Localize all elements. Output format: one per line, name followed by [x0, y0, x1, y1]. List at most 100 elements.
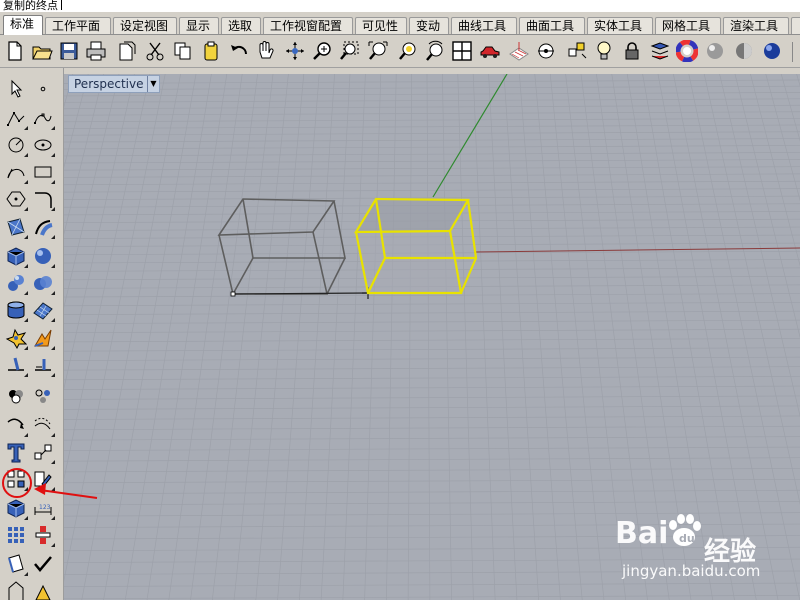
surface-patch-icon[interactable]	[30, 297, 56, 323]
circle-icon[interactable]	[3, 132, 29, 158]
tab-visibility[interactable]: 可见性	[355, 17, 407, 34]
sphere-group-icon[interactable]	[3, 270, 29, 296]
tab-select[interactable]: 选取	[221, 17, 261, 34]
svg-text:123: 123	[39, 504, 51, 511]
light-bulb-icon[interactable]	[592, 39, 616, 63]
grid-array-icon[interactable]	[3, 522, 29, 548]
fillet-curve-icon[interactable]	[30, 186, 56, 212]
save-icon[interactable]	[57, 39, 81, 63]
select-arrow-icon[interactable]	[3, 76, 29, 102]
rotate-camera-icon[interactable]	[423, 39, 447, 63]
explode-icon[interactable]	[3, 325, 29, 351]
copy-icon[interactable]	[171, 39, 195, 63]
cylinder-icon[interactable]	[3, 297, 29, 323]
command-prompt[interactable]: 复制的终点	[0, 0, 800, 12]
watermark-url-text: jingyan.baidu.com	[622, 562, 761, 580]
tab-display[interactable]: 显示	[179, 17, 219, 34]
properties-icon[interactable]	[3, 551, 29, 577]
copy-edit-icon[interactable]	[30, 466, 56, 492]
text-icon[interactable]	[3, 439, 29, 465]
tab-label: 工作平面	[52, 19, 101, 33]
watermark-url: jingyan.baidu.com	[622, 562, 760, 580]
car-icon[interactable]	[478, 39, 502, 63]
tab-viewport-layout[interactable]: 工作视窗配置	[263, 17, 353, 34]
command-prompt-text: 复制的终点	[3, 0, 58, 12]
sphere-icon[interactable]	[30, 243, 56, 269]
zoom-icon[interactable]	[310, 39, 334, 63]
blue-sphere-icon[interactable]	[760, 39, 784, 63]
zoom-window-icon[interactable]	[337, 39, 361, 63]
viewport-title-tab[interactable]: Perspective ▼	[68, 75, 160, 93]
svg-text:du: du	[679, 532, 695, 545]
polyline-icon[interactable]	[3, 105, 29, 131]
baidu-logo: Bai	[615, 516, 668, 551]
tab-label: 工作视窗配置	[270, 19, 343, 33]
lock-icon[interactable]	[620, 39, 644, 63]
paste-icon[interactable]	[199, 39, 223, 63]
layer-icon[interactable]	[648, 39, 672, 63]
surface-corner-icon[interactable]	[3, 214, 29, 240]
render-sphere-icon[interactable]	[703, 39, 727, 63]
cut-icon[interactable]	[143, 39, 167, 63]
tab-set-view[interactable]: 设定视图	[113, 17, 177, 34]
construction-plane-icon[interactable]	[507, 39, 531, 63]
viewport-menu-chevron-down-icon[interactable]: ▼	[147, 76, 159, 92]
polygon-icon[interactable]	[3, 186, 29, 212]
group-icon[interactable]	[3, 383, 29, 409]
open-folder-icon[interactable]	[30, 39, 54, 63]
tab-construction-plane[interactable]: 工作平面	[45, 17, 111, 34]
arc-icon[interactable]	[3, 159, 29, 185]
material-sphere-icon[interactable]	[732, 39, 756, 63]
tab-label: 可见性	[362, 19, 399, 33]
array-icon[interactable]	[3, 466, 29, 492]
ungroup-icon[interactable]	[30, 383, 56, 409]
tab-transform[interactable]: 变动	[409, 17, 449, 34]
print-icon[interactable]	[84, 39, 108, 63]
extrude-curve-icon[interactable]	[30, 214, 56, 240]
curve-points-icon[interactable]	[30, 105, 56, 131]
zoom-extents-icon[interactable]	[366, 39, 390, 63]
trim-icon[interactable]	[3, 352, 29, 378]
shade-icon[interactable]	[30, 578, 56, 600]
tab-overflow[interactable]	[791, 17, 800, 34]
dimension-icon[interactable]: 123	[30, 495, 56, 521]
main-left-toolbar: 123	[0, 68, 64, 600]
text-caret	[61, 0, 62, 10]
ellipse-icon[interactable]	[30, 132, 56, 158]
tab-standard[interactable]: 标准	[3, 15, 43, 35]
box-edit-icon[interactable]	[3, 495, 29, 521]
pan-hand-icon[interactable]	[253, 39, 277, 63]
color-wheel-icon[interactable]	[675, 39, 699, 63]
standard-toolbar	[0, 36, 800, 68]
tab-label: 曲面工具	[526, 19, 575, 33]
grid-snap-icon[interactable]	[565, 39, 589, 63]
curve-offset-icon[interactable]	[30, 412, 56, 438]
tab-surface-tools[interactable]: 曲面工具	[519, 17, 585, 34]
rotate-view-icon[interactable]	[283, 39, 307, 63]
split-icon[interactable]	[30, 352, 56, 378]
box-solid-icon[interactable]	[3, 243, 29, 269]
tab-curve-tools[interactable]: 曲线工具	[451, 17, 517, 34]
tab-solid-tools[interactable]: 实体工具	[587, 17, 653, 34]
curve-drag-icon[interactable]	[3, 412, 29, 438]
boolean-icon[interactable]	[30, 270, 56, 296]
zoom-selected-icon[interactable]	[396, 39, 420, 63]
check-icon[interactable]	[30, 551, 56, 577]
import-icon[interactable]	[114, 39, 138, 63]
block-icon[interactable]	[30, 439, 56, 465]
four-viewports-icon[interactable]	[450, 39, 474, 63]
tab-label: 变动	[416, 19, 441, 33]
rectangle-icon[interactable]	[30, 159, 56, 185]
tab-mesh-tools[interactable]: 网格工具	[655, 17, 721, 34]
new-file-icon[interactable]	[3, 39, 27, 63]
undo-icon[interactable]	[227, 39, 251, 63]
point-icon[interactable]	[30, 76, 56, 102]
render-icon[interactable]	[3, 578, 29, 600]
copy-start-point	[230, 291, 236, 297]
analysis-icon[interactable]	[30, 522, 56, 548]
burst-icon[interactable]	[30, 325, 56, 351]
baidu-logo-text: Bai	[615, 516, 669, 551]
tab-render-tools[interactable]: 渲染工具	[723, 17, 789, 34]
point-icon[interactable]	[534, 39, 558, 63]
tab-label: 选取	[228, 19, 253, 33]
